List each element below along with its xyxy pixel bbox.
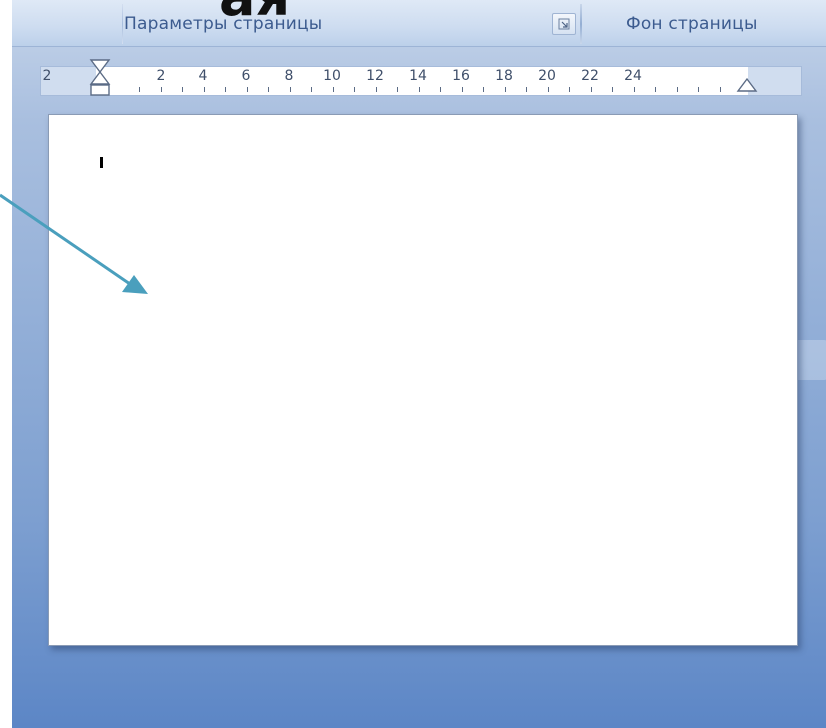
- ruler-tick: [719, 87, 721, 92]
- ruler-label: 4: [198, 68, 208, 84]
- ruler-label: 6: [241, 68, 251, 84]
- ruler-tick: [311, 87, 312, 92]
- ruler-tick: [139, 87, 140, 92]
- ruler-tick: [182, 87, 183, 92]
- ruler-label: 18: [495, 68, 513, 84]
- right-indent-marker-icon[interactable]: [736, 73, 758, 95]
- ruler-tick: [203, 87, 205, 92]
- ruler-tick: [375, 87, 377, 92]
- ruler-label: 12: [366, 68, 384, 84]
- word-window: Параметры страницы Фон страницы 2 2 4 6 …: [12, 0, 826, 728]
- ruler-tick: [289, 87, 291, 92]
- indent-marker-icon[interactable]: [89, 58, 111, 98]
- ruler-tick: [268, 87, 269, 92]
- ruler-label: 16: [452, 68, 470, 84]
- ruler-label: 10: [323, 68, 341, 84]
- page-background-group-label: Фон страницы: [626, 14, 758, 34]
- ruler-tick: [354, 87, 355, 92]
- ruler-tick: [504, 87, 506, 92]
- ruler-tick: [612, 87, 613, 92]
- ruler-tick: [590, 87, 592, 92]
- ruler-label: 8: [284, 68, 294, 84]
- ribbon-strip: Параметры страницы Фон страницы: [12, 0, 826, 47]
- text-cursor: [100, 157, 103, 168]
- ruler-tick: [633, 87, 635, 92]
- ruler-tick: [397, 87, 398, 92]
- ruler-tick: [225, 87, 226, 92]
- ribbon-group-separator: [580, 4, 582, 44]
- dialog-launcher-icon: [558, 18, 570, 30]
- ruler-tick: [526, 87, 527, 92]
- ruler-label: 22: [581, 68, 599, 84]
- ruler-tick: [246, 87, 248, 92]
- ruler-tick: [655, 87, 656, 92]
- horizontal-ruler[interactable]: 2 2 4 6 8 10 12 14 16 18 20 22 24: [40, 59, 802, 96]
- ribbon-group-separator: [122, 4, 123, 44]
- slide-heading-fragment: ая: [219, 0, 290, 24]
- ruler-tick: [160, 87, 162, 92]
- ruler-label: 20: [538, 68, 556, 84]
- ruler-tick: [547, 87, 549, 92]
- ruler-label: 24: [624, 68, 642, 84]
- ruler-tick: [569, 87, 570, 92]
- ruler-tick: [418, 87, 420, 92]
- ruler-tick: [483, 87, 484, 92]
- ruler-label: 2: [42, 68, 52, 84]
- document-page[interactable]: [48, 114, 798, 646]
- ruler-tick: [332, 87, 334, 92]
- ruler-label: 2: [156, 68, 166, 84]
- page-setup-dialog-launcher[interactable]: [552, 13, 576, 35]
- ruler-tick: [698, 87, 699, 92]
- ruler-tick: [440, 87, 441, 92]
- ruler-label: 14: [409, 68, 427, 84]
- ruler-tick: [461, 87, 463, 92]
- ruler-tick: [676, 87, 678, 92]
